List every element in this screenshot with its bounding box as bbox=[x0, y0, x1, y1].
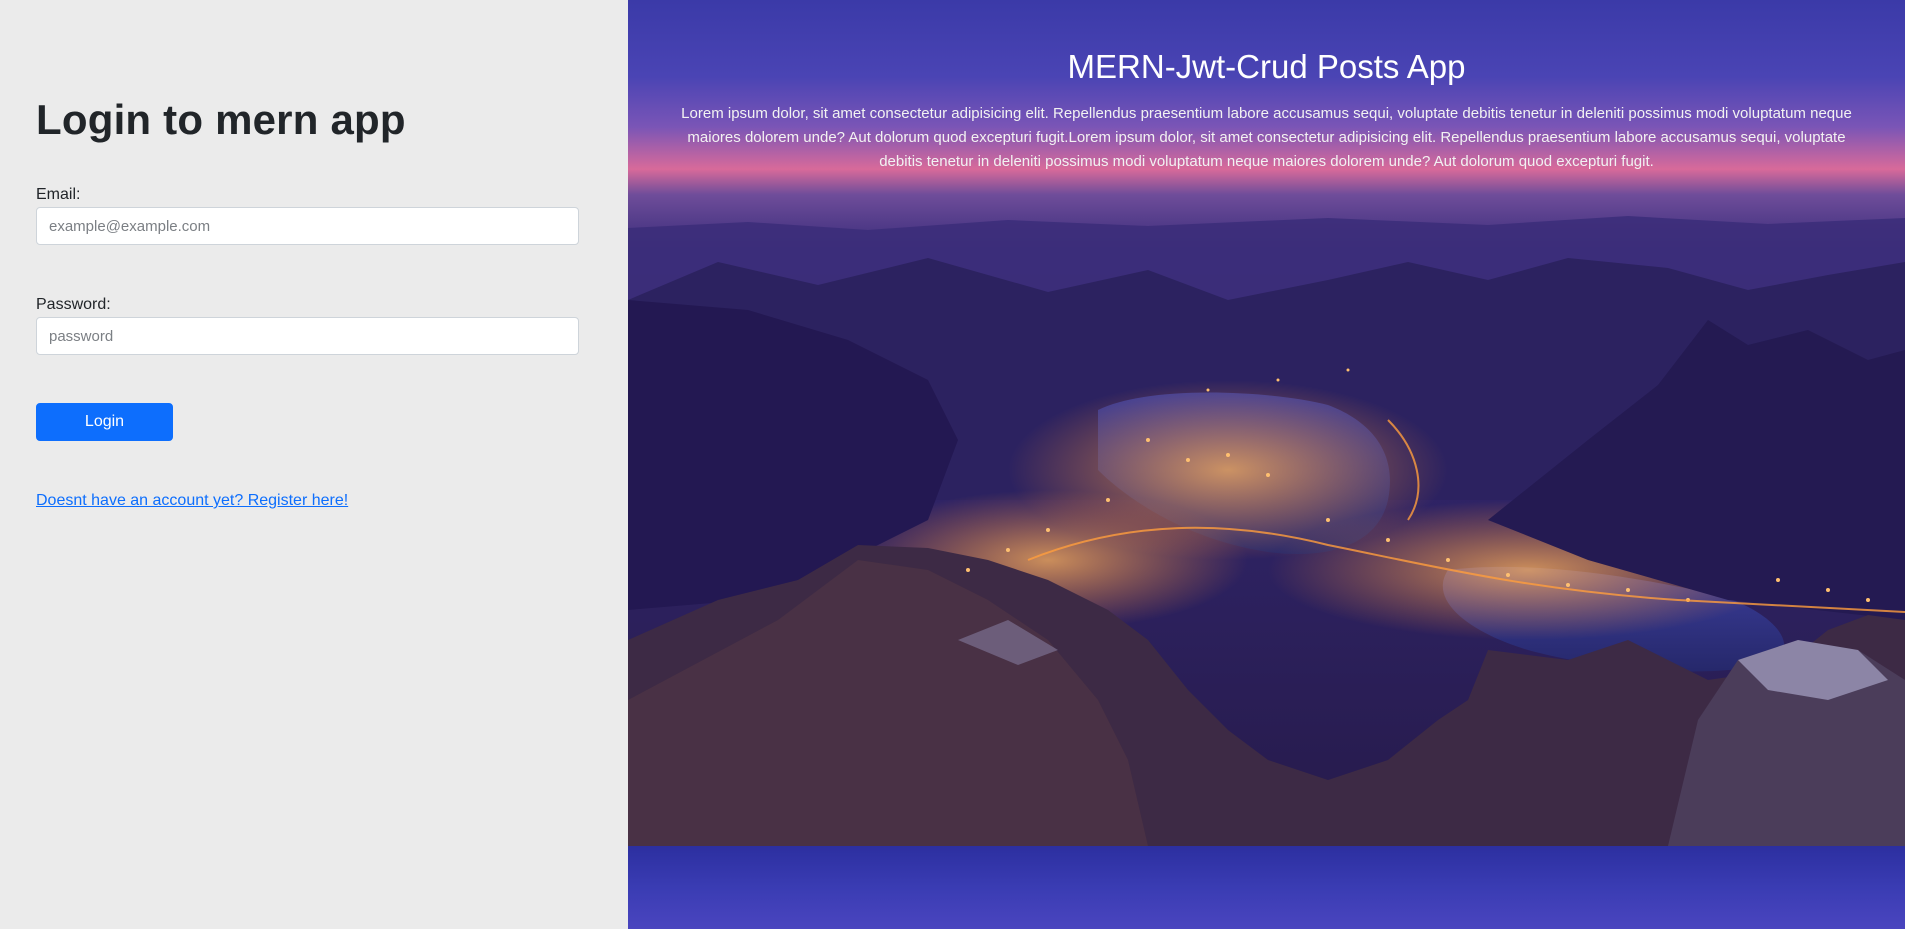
page-title: Login to mern app bbox=[36, 96, 406, 143]
register-link[interactable]: Doesnt have an account yet? Register her… bbox=[36, 492, 348, 510]
login-button[interactable]: Login bbox=[36, 403, 173, 441]
hero-description: Lorem ipsum dolor, sit amet consectetur … bbox=[681, 105, 1852, 170]
password-label: Password: bbox=[36, 296, 111, 313]
login-panel: Login to mern app Email: Password: Login… bbox=[0, 0, 628, 929]
email-label: Email: bbox=[36, 186, 81, 203]
email-field[interactable] bbox=[36, 207, 579, 245]
hero-panel: MERN-Jwt-Crud Posts App Lorem ipsum dolo… bbox=[628, 0, 1905, 929]
hero-title: MERN-Jwt-Crud Posts App bbox=[1067, 48, 1466, 85]
password-field[interactable] bbox=[36, 317, 579, 355]
page: Login to mern app Email: Password: Login… bbox=[0, 0, 1905, 929]
hero-bottom-strip bbox=[628, 846, 1905, 929]
